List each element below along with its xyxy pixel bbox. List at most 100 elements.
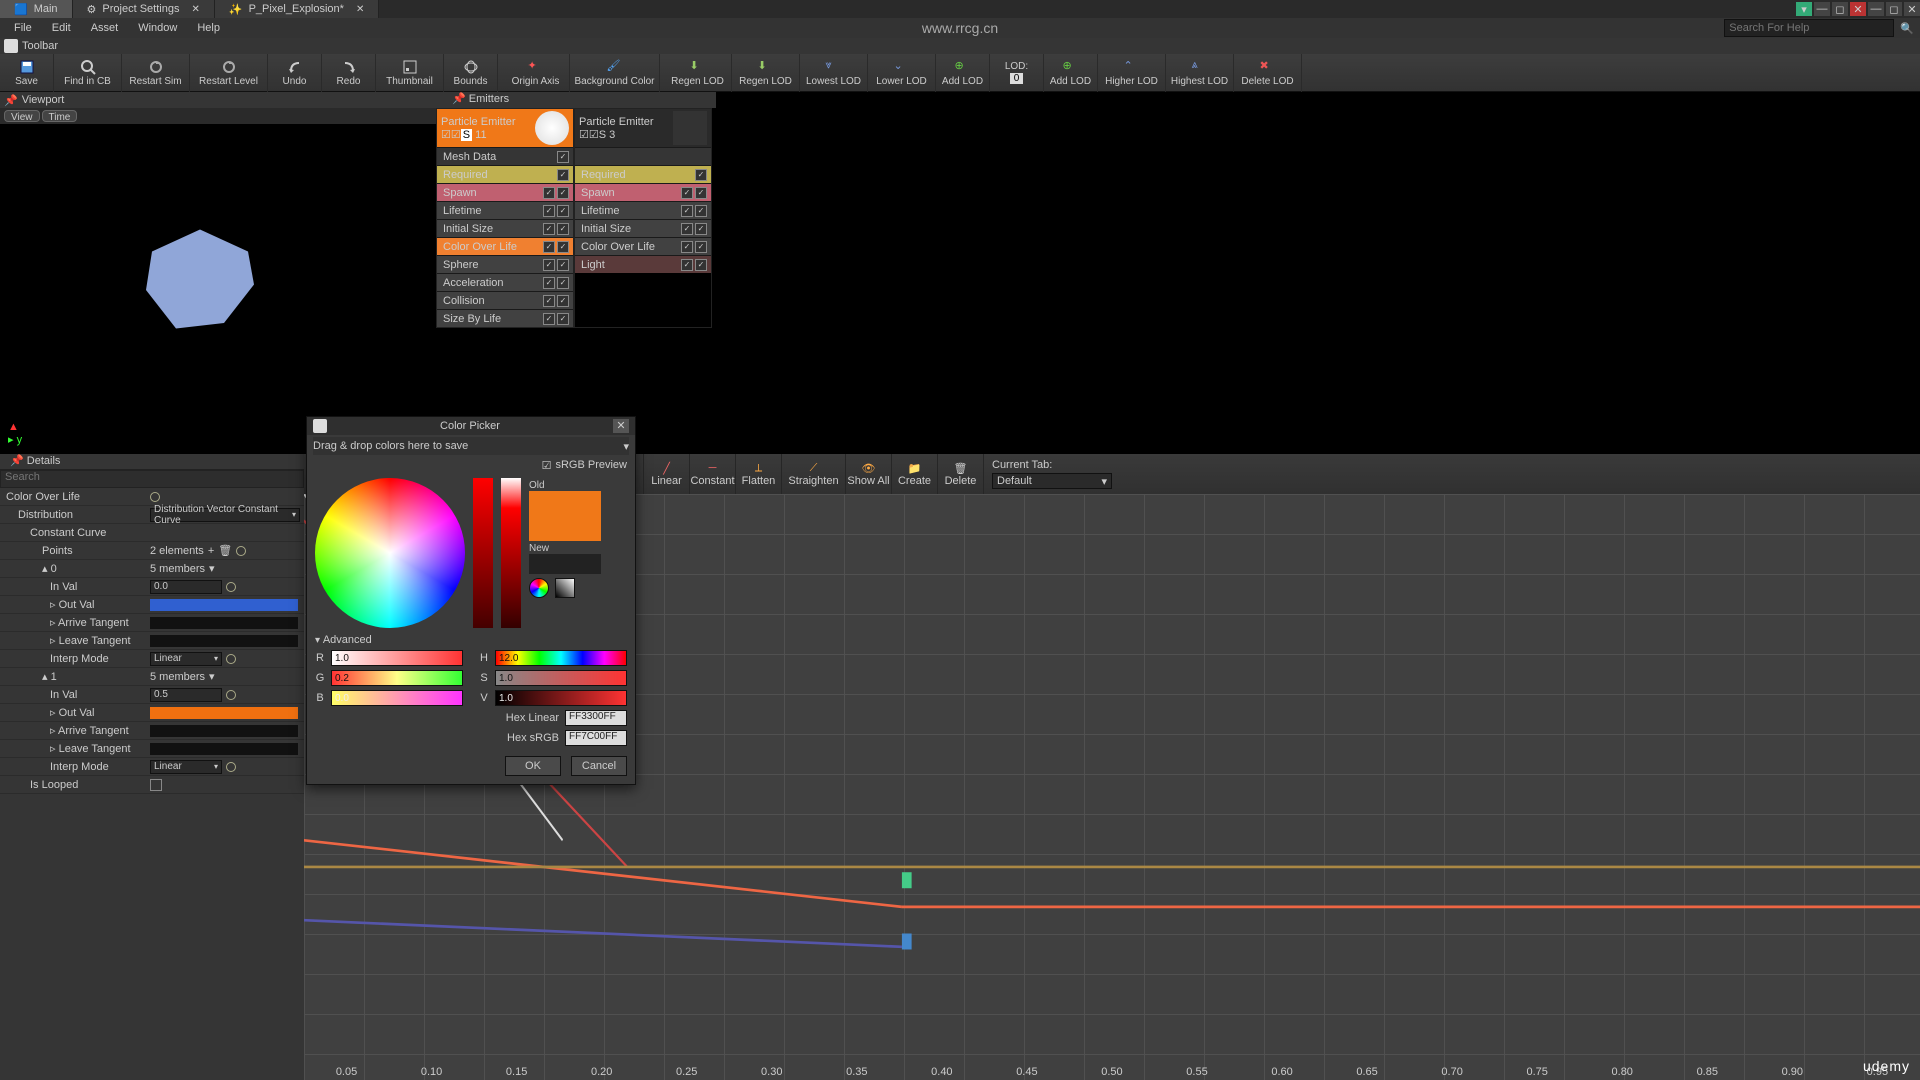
- emitter1-header[interactable]: Particle Emitter ☑☑S 11: [437, 109, 573, 147]
- close-icon[interactable]: ✕: [356, 4, 364, 15]
- interp-combo[interactable]: Linear: [150, 652, 222, 666]
- module-acceleration[interactable]: Acceleration✓✓: [437, 273, 573, 291]
- reset-icon[interactable]: [236, 546, 246, 556]
- module-collision[interactable]: Collision✓✓: [437, 291, 573, 309]
- undo-button[interactable]: Undo: [268, 54, 322, 92]
- highest-lod-button[interactable]: ⩓Highest LOD: [1166, 54, 1234, 92]
- lod-value[interactable]: LOD:0: [990, 54, 1044, 92]
- reset-icon[interactable]: [226, 654, 236, 664]
- linear-button[interactable]: ╱Linear: [644, 454, 690, 494]
- prop-color-over-life[interactable]: Color Over Life: [0, 491, 150, 503]
- check-icon[interactable]: ☑: [441, 129, 451, 141]
- emitter-card-1[interactable]: Particle Emitter ☑☑S 11 Mesh Data✓ Requi…: [436, 108, 574, 328]
- sat-bar[interactable]: [501, 478, 521, 628]
- pin-icon[interactable]: 📌: [10, 455, 24, 467]
- module-color-over-life[interactable]: Color Over Life✓✓: [437, 237, 573, 255]
- prop-point-1[interactable]: ▴ 1: [0, 670, 150, 683]
- cancel-button[interactable]: Cancel: [571, 756, 627, 776]
- check-icon[interactable]: ☑: [451, 129, 461, 141]
- prop-interp-1[interactable]: Interp Mode: [0, 761, 150, 773]
- prop-interp[interactable]: Interp Mode: [0, 653, 150, 665]
- module-sphere[interactable]: Sphere✓✓: [437, 255, 573, 273]
- srgb-checkbox[interactable]: ☑: [542, 459, 552, 472]
- showall-button[interactable]: 👁Show All: [846, 454, 892, 494]
- tab-asset[interactable]: ✨P_Pixel_Explosion*✕: [215, 0, 379, 18]
- prop-leave-1[interactable]: ▹ Leave Tangent: [0, 742, 150, 755]
- advanced-header[interactable]: ▾ Advanced: [307, 632, 635, 648]
- pin-icon[interactable]: 📌: [452, 93, 466, 105]
- find-button[interactable]: Find in CB: [54, 54, 122, 92]
- module-required[interactable]: Required✓: [437, 165, 573, 183]
- module-size2[interactable]: Initial Size✓✓: [575, 219, 711, 237]
- prop-in-val-1[interactable]: In Val: [0, 689, 150, 701]
- hexlin-input[interactable]: FF3300FF: [565, 710, 627, 726]
- add-icon[interactable]: +: [208, 545, 214, 557]
- hexsrgb-input[interactable]: FF7C00FF: [565, 730, 627, 746]
- s-slider[interactable]: 1.0: [495, 670, 627, 686]
- prop-in-val[interactable]: In Val: [0, 581, 150, 593]
- maximize2-button[interactable]: ◻: [1886, 2, 1902, 16]
- module-required2[interactable]: Required✓: [575, 165, 711, 183]
- solo-icon[interactable]: S: [461, 129, 472, 141]
- module-spawn2[interactable]: Spawn✓✓: [575, 183, 711, 201]
- higher-lod-button[interactable]: ⌃Higher LOD: [1098, 54, 1166, 92]
- menu-edit[interactable]: Edit: [42, 20, 81, 36]
- prop-points[interactable]: Points: [0, 545, 150, 557]
- details-search[interactable]: [0, 470, 304, 488]
- origin-axis-button[interactable]: ✦Origin Axis: [502, 54, 570, 92]
- prop-is-looped[interactable]: Is Looped: [0, 779, 150, 791]
- cp-header[interactable]: Color Picker ✕: [307, 417, 635, 435]
- check-icon[interactable]: ☑: [589, 129, 599, 141]
- interp1-combo[interactable]: Linear: [150, 760, 222, 774]
- h-slider[interactable]: 12.0: [495, 650, 627, 666]
- minimize-button[interactable]: —: [1814, 2, 1830, 16]
- restart-sim-button[interactable]: Restart Sim: [122, 54, 190, 92]
- leave1-color[interactable]: [150, 743, 298, 755]
- prop-leave[interactable]: ▹ Leave Tangent: [0, 634, 150, 647]
- menu-file[interactable]: File: [4, 20, 42, 36]
- color-wheel[interactable]: [315, 478, 465, 628]
- module-light[interactable]: Light✓✓: [575, 255, 711, 273]
- pin-icon[interactable]: 📌: [4, 94, 18, 107]
- prop-out-val-1[interactable]: ▹ Out Val: [0, 706, 150, 719]
- reset-icon[interactable]: [226, 762, 236, 772]
- curtab-select[interactable]: Default: [992, 473, 1112, 489]
- eyedropper-wheel-icon[interactable]: [529, 578, 549, 598]
- prop-out-val[interactable]: ▹ Out Val: [0, 598, 150, 611]
- search-help-input[interactable]: [1724, 19, 1894, 37]
- module-lifetime[interactable]: Lifetime✓✓: [437, 201, 573, 219]
- straighten-button[interactable]: ⟋Straighten: [782, 454, 846, 494]
- bounds-button[interactable]: Bounds: [444, 54, 498, 92]
- reset-icon[interactable]: [226, 690, 236, 700]
- module-mesh[interactable]: Mesh Data✓: [437, 147, 573, 165]
- prop-point-0[interactable]: ▴ 0: [0, 562, 150, 575]
- tab-main[interactable]: 🟦Main: [0, 0, 73, 18]
- trash-icon[interactable]: 🗑: [218, 544, 232, 557]
- inval1-input[interactable]: 0.5: [150, 688, 222, 702]
- maximize-button[interactable]: ◻: [1832, 2, 1848, 16]
- g-slider[interactable]: 0.2: [331, 670, 463, 686]
- module-spawn[interactable]: Spawn✓✓: [437, 183, 573, 201]
- prop-arrive[interactable]: ▹ Arrive Tangent: [0, 616, 150, 629]
- arrive-color[interactable]: [150, 617, 298, 629]
- emitter2-header[interactable]: Particle Emitter ☑☑S 3: [575, 109, 711, 147]
- cp-drag-save[interactable]: Drag & drop colors here to save ▾: [313, 437, 629, 455]
- solo-icon[interactable]: S: [599, 129, 606, 141]
- tab-settings[interactable]: ⚙Project Settings✕: [73, 0, 215, 18]
- thumbnail-button[interactable]: Thumbnail: [376, 54, 444, 92]
- regen-lod2-button[interactable]: ⬇Regen LOD: [732, 54, 800, 92]
- leave-color[interactable]: [150, 635, 298, 647]
- r-slider[interactable]: 1.0: [331, 650, 463, 666]
- arrive1-color[interactable]: [150, 725, 298, 737]
- emitter-card-2[interactable]: Particle Emitter ☑☑S 3 Required✓ Spawn✓✓…: [574, 108, 712, 328]
- ok-button[interactable]: OK: [505, 756, 561, 776]
- add-lod-button[interactable]: ⊕Add LOD: [936, 54, 990, 92]
- details-search-input[interactable]: [5, 471, 303, 483]
- redo-button[interactable]: Redo: [322, 54, 376, 92]
- v-slider[interactable]: 1.0: [495, 690, 627, 706]
- outval-color[interactable]: [150, 599, 298, 611]
- outval1-color[interactable]: [150, 707, 298, 719]
- checkbox[interactable]: [150, 779, 162, 791]
- view-button[interactable]: View: [4, 110, 40, 122]
- minimize2-button[interactable]: —: [1868, 2, 1884, 16]
